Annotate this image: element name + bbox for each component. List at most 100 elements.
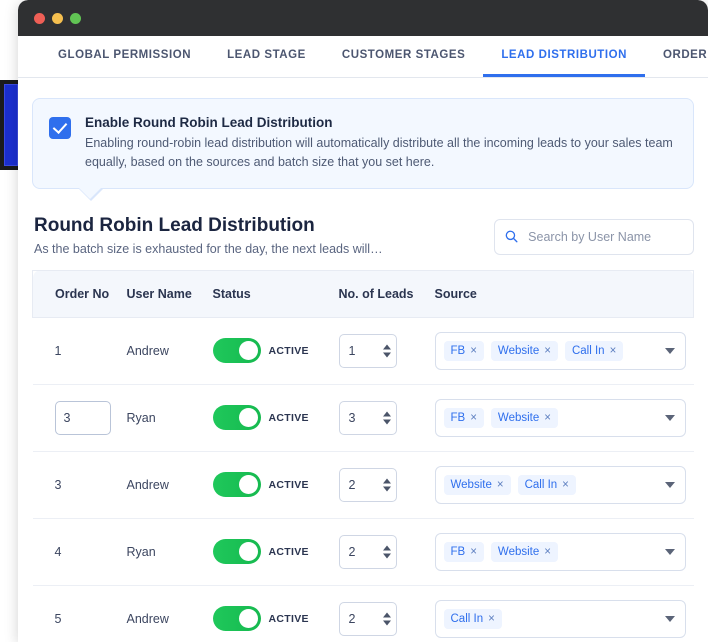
enable-round-robin-checkbox[interactable] [49,117,71,139]
cell-order-no: 4 [33,518,119,585]
toggle-knob [239,609,258,628]
source-chip[interactable]: Call In× [444,609,502,629]
remove-source-icon[interactable]: × [544,412,551,424]
cell-status: ACTIVE [205,518,331,585]
leads-spinner[interactable] [383,612,391,625]
remove-source-icon[interactable]: × [470,345,477,357]
chevron-down-icon[interactable] [383,553,391,558]
leads-spinner[interactable] [383,545,391,558]
source-multiselect[interactable]: FB×Website×Call In× [435,332,686,370]
order-no-value: 3 [55,478,62,492]
search-box[interactable] [494,219,694,255]
column-header-order-no: Order No [33,270,119,317]
chevron-down-icon[interactable] [665,482,675,488]
close-icon[interactable] [34,13,45,24]
chevron-down-icon[interactable] [665,415,675,421]
chevron-up-icon[interactable] [383,344,391,349]
chevron-down-icon[interactable] [383,352,391,357]
cell-no-of-leads [331,384,427,451]
remove-source-icon[interactable]: × [610,345,617,357]
tab-order-stages[interactable]: ORDER STAGES [645,36,708,77]
source-chip[interactable]: FB × [444,408,484,428]
source-multiselect[interactable]: Call In× [435,600,686,638]
minimize-icon[interactable] [52,13,63,24]
source-chip[interactable]: Call In × [565,341,623,361]
cell-no-of-leads [331,518,427,585]
leads-stepper [339,401,397,435]
leads-spinner[interactable] [383,478,391,491]
status-toggle[interactable] [213,472,261,497]
source-chip[interactable]: Call In× [518,475,576,495]
remove-source-icon[interactable]: × [544,546,551,558]
page-title: Round Robin Lead Distribution [34,215,383,237]
status-toggle[interactable] [213,405,261,430]
chevron-down-icon[interactable] [665,549,675,555]
remove-source-icon[interactable]: × [497,479,504,491]
remove-source-icon[interactable]: × [488,613,495,625]
chevron-down-icon[interactable] [665,616,675,622]
remove-source-icon[interactable]: × [562,479,569,491]
source-chip[interactable]: FB× [444,542,484,562]
status-toggle[interactable] [213,539,261,564]
chevron-down-icon[interactable] [383,486,391,491]
chevron-up-icon[interactable] [383,545,391,550]
search-input[interactable] [526,229,683,245]
table-header-row: Order No User Name Status No. of Leads S… [33,270,694,317]
source-multiselect[interactable]: FB× Website × [435,533,686,571]
chevron-down-icon[interactable] [383,620,391,625]
chevron-up-icon[interactable] [383,411,391,416]
source-chip-label: FB [451,345,466,357]
cell-order-no: 1 [33,317,119,384]
status-badge: ACTIVE [269,345,309,357]
source-chip[interactable]: Website × [491,542,558,562]
table-row: 3AndrewACTIVEWebsite×Call In× [33,451,694,518]
remove-source-icon[interactable]: × [470,546,477,558]
source-multiselect[interactable]: FB×Website× [435,399,686,437]
cell-source: FB×Website× [427,384,694,451]
search-icon [505,229,518,244]
source-chip-label: Call In [572,345,605,357]
source-chip-label: Website [498,546,539,558]
chevron-up-icon[interactable] [383,612,391,617]
cell-status: ACTIVE [205,585,331,642]
tab-global-permission[interactable]: GLOBAL PERMISSION [40,36,209,77]
tab-lead-distribution[interactable]: LEAD DISTRIBUTION [483,36,645,77]
table-row: RyanACTIVEFB×Website× [33,384,694,451]
chevron-down-icon[interactable] [665,348,675,354]
banner-description: Enabling round-robin lead distribution w… [85,134,675,172]
leads-spinner[interactable] [383,344,391,357]
app-window: GLOBAL PERMISSION LEAD STAGE CUSTOMER ST… [18,0,708,642]
remove-source-icon[interactable]: × [470,412,477,424]
page-subtitle: As the batch size is exhausted for the d… [34,242,383,256]
cell-status: ACTIVE [205,451,331,518]
chevron-down-icon[interactable] [383,419,391,424]
chevron-up-icon[interactable] [383,478,391,483]
status-toggle[interactable] [213,606,261,631]
zoom-icon[interactable] [70,13,81,24]
source-chip-label: FB [451,412,466,424]
status-toggle-wrap: ACTIVE [213,405,323,430]
source-multiselect[interactable]: Website× Call In× [435,466,686,504]
table-body: 1AndrewACTIVEFB×Website×Call In×RyanACTI… [33,317,694,642]
leads-stepper [339,468,397,502]
tab-lead-stage[interactable]: LEAD STAGE [209,36,324,77]
source-chip[interactable]: Website× [444,475,511,495]
left-edge-highlight [4,84,18,166]
status-toggle[interactable] [213,338,261,363]
cell-user-name: Andrew [119,317,205,384]
cell-user-name: Ryan [119,384,205,451]
source-chip[interactable]: Website× [491,341,558,361]
cell-no-of-leads [331,451,427,518]
table-row: 5AndrewACTIVECall In× [33,585,694,642]
cell-status: ACTIVE [205,384,331,451]
status-toggle-wrap: ACTIVE [213,606,323,631]
remove-source-icon[interactable]: × [544,345,551,357]
leads-spinner[interactable] [383,411,391,424]
toggle-knob [239,408,258,427]
status-toggle-wrap: ACTIVE [213,338,323,363]
order-no-input[interactable] [55,401,111,435]
source-chip[interactable]: Website× [491,408,558,428]
source-chip[interactable]: FB × [444,341,484,361]
tab-customer-stages[interactable]: CUSTOMER STAGES [324,36,483,77]
toggle-knob [239,475,258,494]
